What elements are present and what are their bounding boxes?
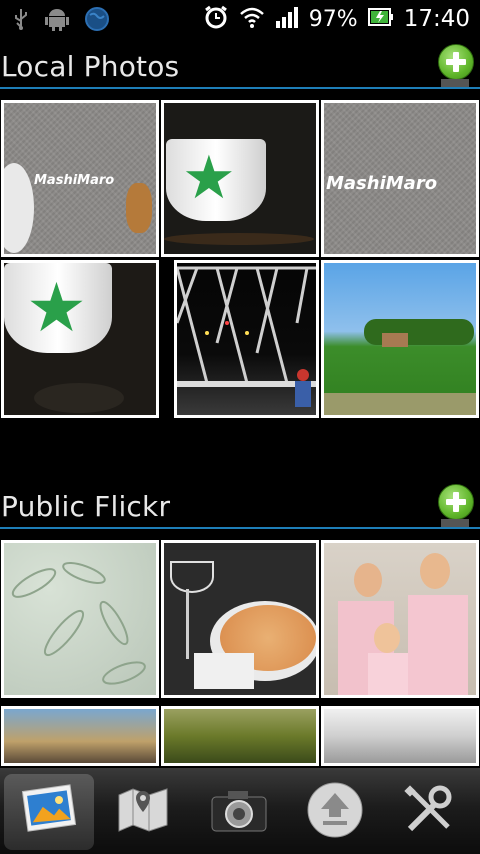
watermark-text: MashiMaro <box>34 173 115 188</box>
bottom-tab-bar <box>0 768 480 854</box>
photo-thumbnail[interactable] <box>321 706 479 766</box>
photo-thumbnail[interactable]: ★ <box>1 260 159 418</box>
local-photos-section: Local Photos <box>0 44 480 89</box>
photo-thumbnail[interactable]: ★ <box>161 100 319 257</box>
wifi-icon <box>239 5 265 33</box>
photo-thumbnail[interactable] <box>321 260 479 418</box>
photo-thumbnail[interactable]: MashiMaro <box>321 100 479 257</box>
add-icon[interactable] <box>438 44 474 89</box>
tab-map[interactable] <box>98 774 188 850</box>
add-icon[interactable] <box>438 484 474 529</box>
status-bar: 97% 17:40 <box>0 0 480 38</box>
map-icon <box>117 787 169 837</box>
section-divider <box>0 527 480 529</box>
battery-charging-icon <box>367 6 394 32</box>
android-debug-icon <box>44 6 70 36</box>
alarm-icon <box>203 4 229 34</box>
usb-icon <box>12 7 30 35</box>
tab-gallery[interactable] <box>4 774 94 850</box>
gallery-icon <box>19 784 79 840</box>
tab-upload[interactable] <box>290 774 380 850</box>
battery-percent: 97% <box>308 6 358 32</box>
globe-icon <box>84 6 110 36</box>
section-header: Public Flickr <box>0 484 480 529</box>
photo-thumbnail[interactable] <box>174 260 319 418</box>
photo-thumbnail[interactable] <box>321 540 479 698</box>
section-header: Local Photos <box>0 44 480 89</box>
tab-settings[interactable] <box>384 774 474 850</box>
section-divider <box>0 87 480 89</box>
camera-icon <box>210 787 268 837</box>
section-title: Local Photos <box>1 50 180 83</box>
public-flickr-section: Public Flickr <box>0 484 480 529</box>
tab-camera[interactable] <box>194 774 284 850</box>
photo-thumbnail[interactable] <box>1 706 159 766</box>
settings-tools-icon <box>402 783 456 841</box>
signal-icon <box>275 5 299 33</box>
photo-thumbnail[interactable] <box>161 706 319 766</box>
watermark-text: MashiMaro <box>326 173 438 194</box>
clock: 17:40 <box>403 6 470 32</box>
photo-thumbnail[interactable] <box>161 540 319 698</box>
upload-icon <box>306 781 364 843</box>
photo-thumbnail[interactable]: MashiMaro <box>1 100 159 257</box>
photo-thumbnail[interactable] <box>1 540 159 698</box>
section-title: Public Flickr <box>1 490 171 523</box>
